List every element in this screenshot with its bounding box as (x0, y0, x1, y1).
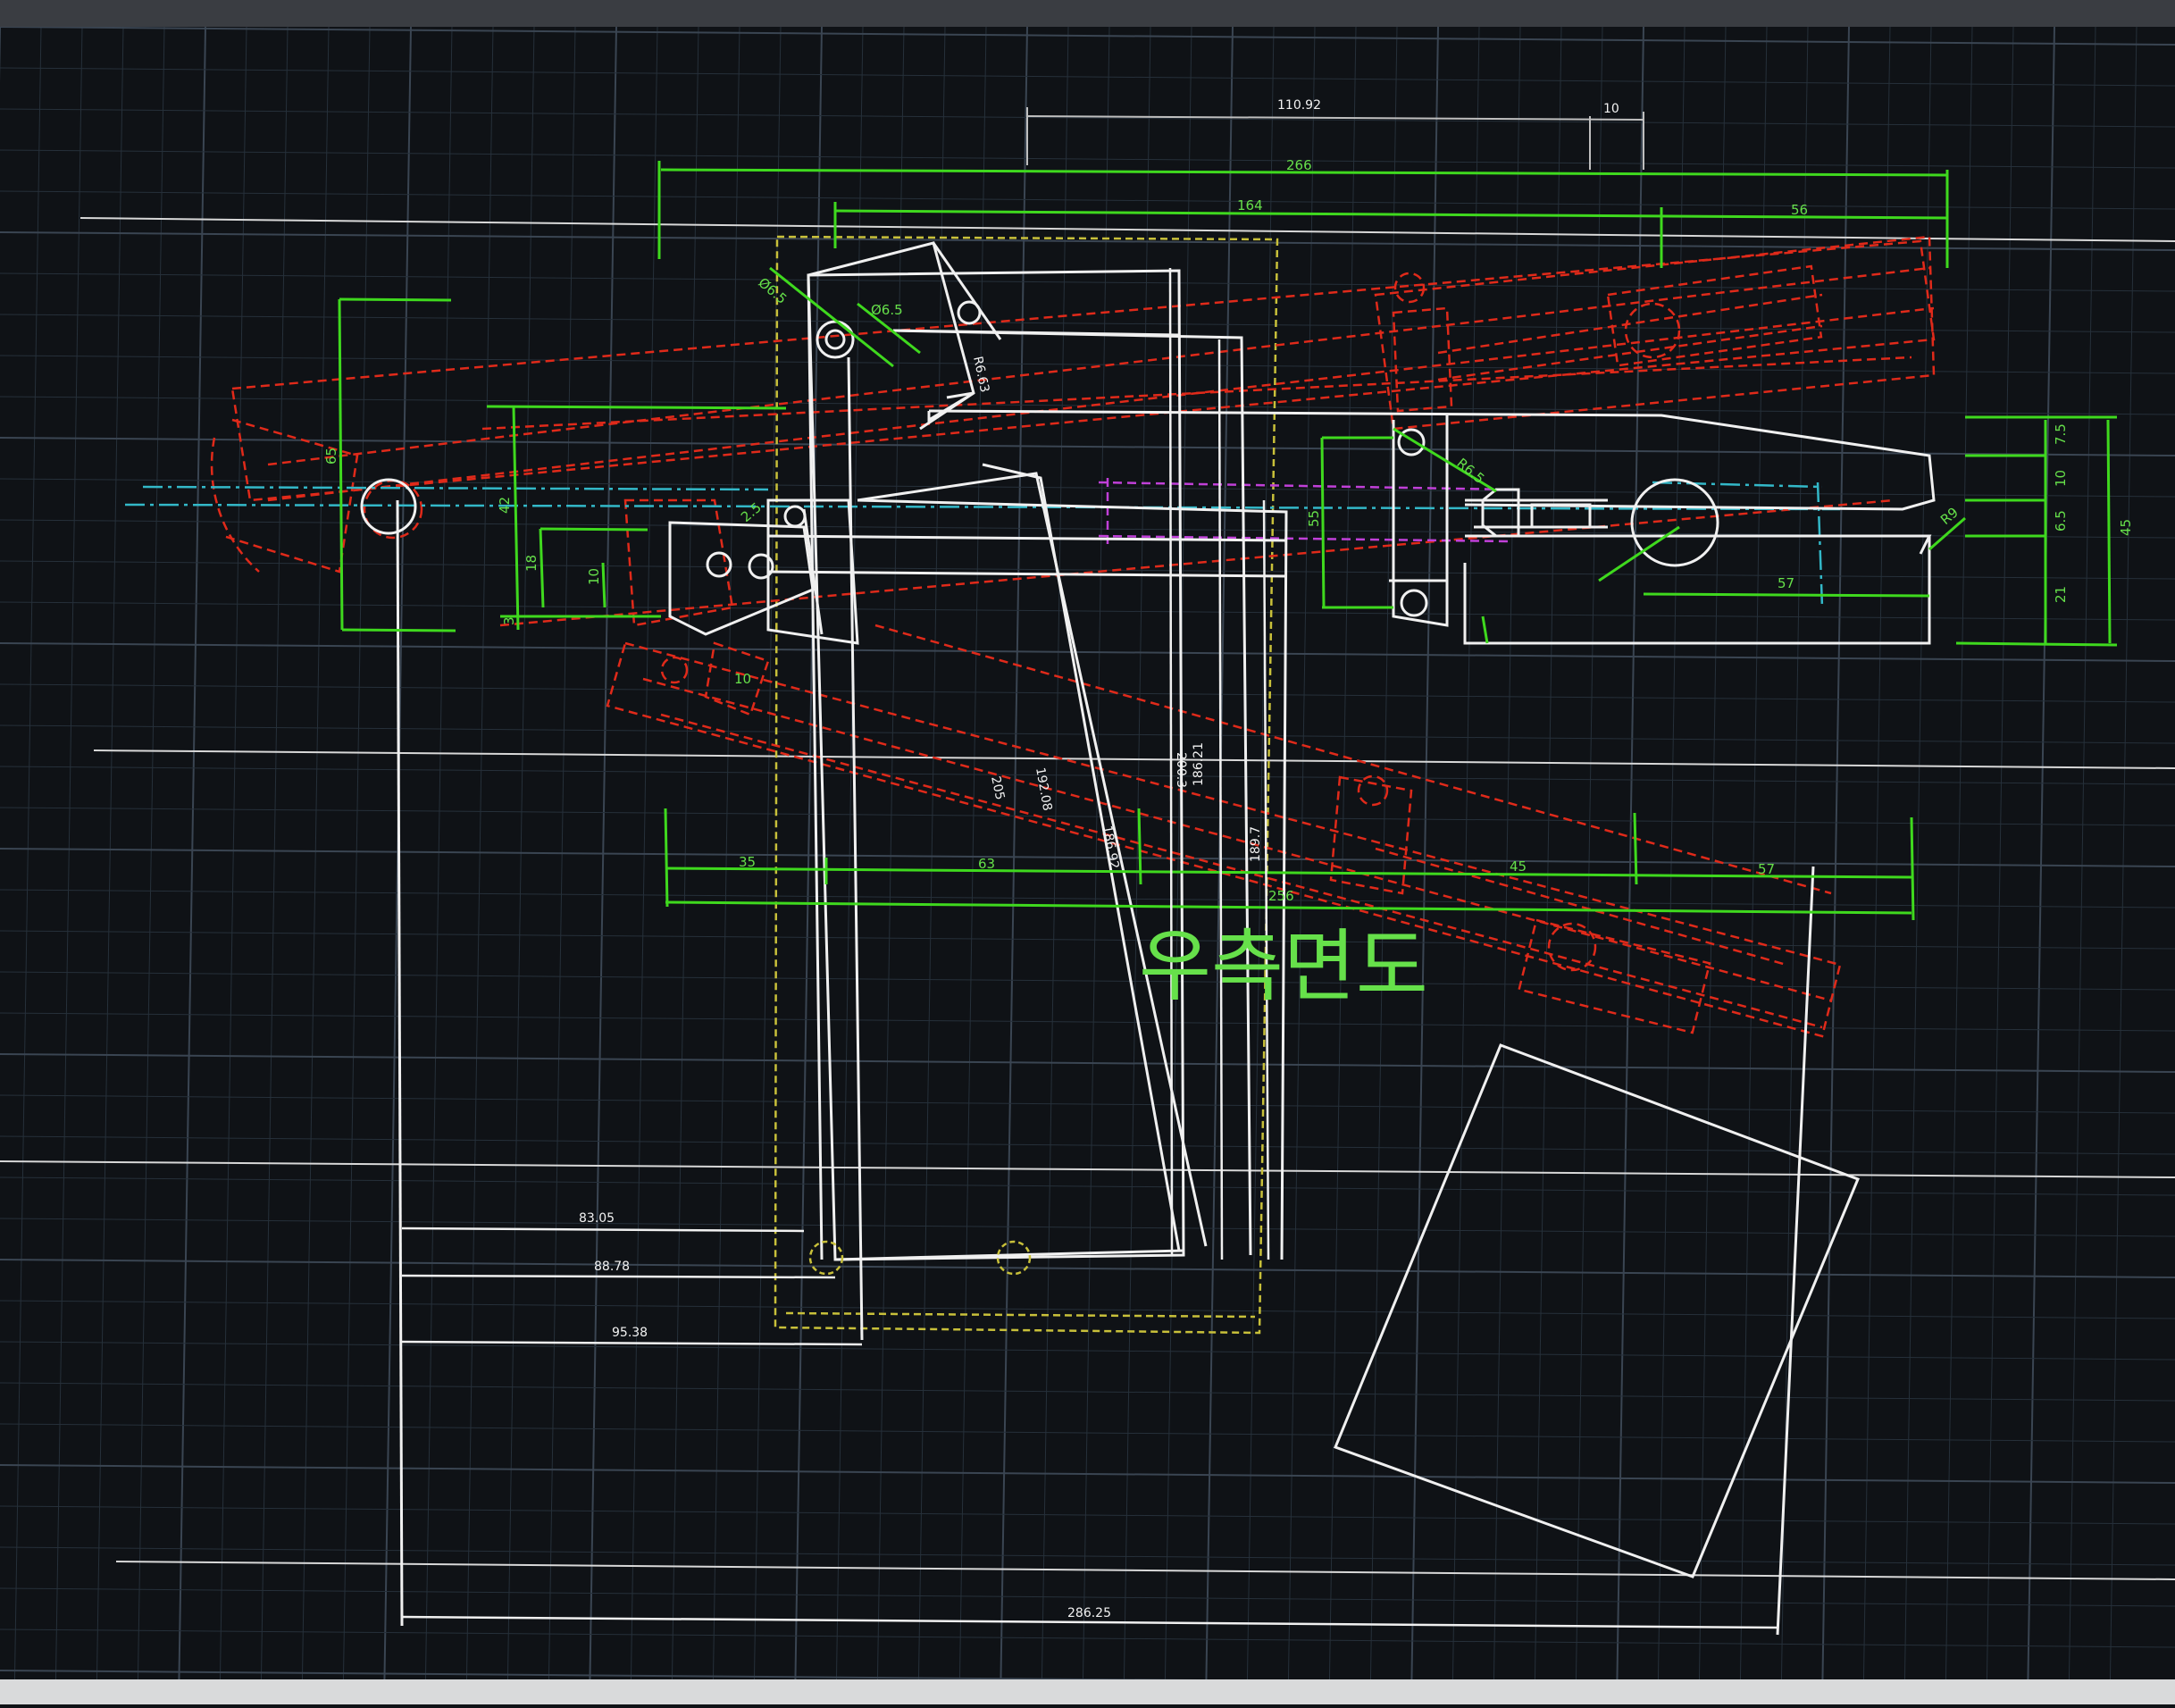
dim-top-266: 266 (1286, 157, 1312, 173)
dim-bot-45: 45 (1510, 858, 1527, 875)
cad-viewport[interactable]: 110.92 10 266 164 56 Ø6.5 Ø6.5 R6.63 R6.… (0, 0, 2175, 1705)
view-title: 우측면도 (1139, 920, 1428, 1012)
dim-bot-57: 57 (1758, 861, 1775, 877)
dim-w-286: 286.25 (1067, 1606, 1111, 1620)
dim-bot-35: 35 (739, 854, 756, 870)
dim-top-10: 10 (1603, 102, 1619, 116)
screen-bottom-bezel (0, 1679, 2175, 1704)
dim-right-65: 6.5 (2053, 510, 2069, 532)
dim-left-65: 65 (323, 448, 339, 465)
screen-top-bezel (0, 0, 2175, 27)
cad-drawing[interactable]: 110.92 10 266 164 56 Ø6.5 Ø6.5 R6.63 R6.… (0, 0, 2175, 1705)
dim-left-42: 42 (497, 497, 513, 514)
dim-top-56: 56 (1791, 202, 1808, 218)
dim-left-10: 10 (586, 568, 602, 585)
dim-len-189: 189.7 (1249, 826, 1263, 862)
dim-right-75: 7.5 (2053, 423, 2069, 445)
dim-len-186: 186.21 (1192, 742, 1206, 786)
dim-right-10: 10 (2053, 470, 2069, 487)
dim-bot-63: 63 (978, 856, 995, 872)
dim-w-88: 88.78 (594, 1260, 630, 1274)
dim-bot-256: 256 (1268, 888, 1294, 904)
dim-right-45: 45 (2118, 519, 2134, 536)
dim-left-18: 18 (523, 555, 540, 572)
dim-dia-65b: Ø6.5 (871, 302, 903, 318)
dim-w-83: 83.05 (579, 1211, 615, 1226)
dim-small-10: 10 (734, 671, 751, 687)
dim-left-3: 3 (501, 616, 517, 625)
dim-top-164: 164 (1237, 197, 1263, 214)
dim-right-21: 21 (2053, 586, 2069, 603)
dim-mid-55: 55 (1306, 510, 1322, 527)
dim-len-200: 200.3 (1174, 752, 1188, 788)
dim-top-110: 110.92 (1277, 98, 1321, 113)
dim-w-95: 95.38 (612, 1326, 648, 1340)
dim-right-57: 57 (1778, 575, 1794, 591)
